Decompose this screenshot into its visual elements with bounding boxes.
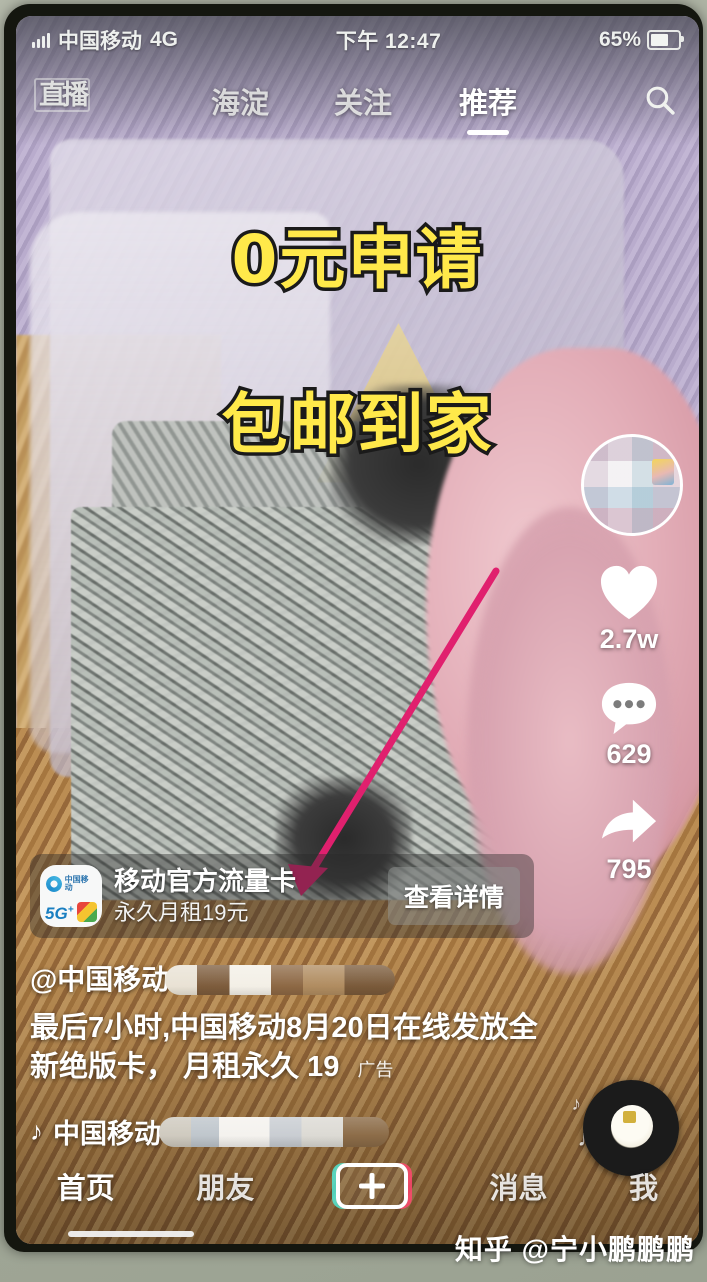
active-tab-underline: [467, 130, 509, 135]
signal-bars-icon: [32, 32, 50, 48]
top-navigation: 直播 海淀 关注 推荐: [16, 74, 699, 136]
author-mosaic-mask: [165, 964, 396, 995]
video-description-text: 最后7小时,中国移动8月20日在线发放全新绝版卡， 月租永久 19: [30, 1012, 538, 1083]
screenshot-root: 中国移动 4G 下午 12:47 65% 直播 海淀 关注 推荐 0元申请 包邮…: [0, 0, 707, 1282]
music-mosaic-mask: [159, 1116, 389, 1147]
tab-recommend-label: 推荐: [459, 88, 518, 120]
ad-text-block: 移动官方流量卡 永久月租19元: [114, 867, 388, 926]
share-count: 795: [606, 854, 652, 884]
ad-subtitle: 永久月租19元: [114, 900, 249, 926]
network-type-label: 4G: [150, 28, 179, 51]
china-mobile-mark-icon: [46, 876, 62, 892]
china-mobile-logo: 中国移动: [46, 873, 96, 895]
tab-recommend[interactable]: 推荐: [459, 80, 518, 135]
author-row[interactable]: @中国移动: [30, 962, 550, 997]
home-indicator: [68, 1231, 194, 1237]
5g-badge: 5G+: [45, 904, 74, 923]
comment-count: 629: [606, 739, 652, 769]
tab-follow-label: 关注: [334, 88, 393, 120]
china-mobile-logo-text: 中国移动: [64, 875, 89, 892]
bottom-nav-home[interactable]: 首页: [57, 1165, 115, 1207]
avatar-wrapper[interactable]: [581, 434, 683, 536]
phone-body: 中国移动 4G 下午 12:47 65% 直播 海淀 关注 推荐 0元申请 包邮…: [4, 4, 703, 1252]
promo-text-line-1: 0元申请: [228, 218, 485, 302]
clock-label: 下午 12:47: [335, 30, 442, 53]
bottom-nav-messages[interactable]: 消息: [490, 1165, 548, 1207]
zhihu-watermark: 知乎 @宁小鹏鹏鹏: [454, 1234, 695, 1265]
battery-icon: [647, 30, 684, 50]
music-disc-label: [611, 1105, 653, 1147]
bottom-navigation: 首页 朋友 消息 我: [16, 1154, 699, 1218]
comment-button[interactable]: 629: [598, 679, 660, 770]
heart-icon[interactable]: [598, 564, 660, 622]
avatar-detail: [652, 459, 674, 485]
search-icon[interactable]: [644, 84, 677, 117]
author-name: @中国移动: [30, 964, 170, 995]
music-note-icon: ♪: [30, 1116, 43, 1146]
live-button[interactable]: 直播: [34, 78, 90, 113]
status-bar-right: 65%: [599, 28, 699, 52]
avatar-mosaic-overlay: [584, 437, 680, 533]
share-icon[interactable]: [598, 794, 660, 852]
bottom-nav-friends[interactable]: 朋友: [196, 1165, 254, 1207]
tab-follow[interactable]: 关注: [334, 80, 392, 122]
status-bar: 中国移动 4G 下午 12:47 65%: [16, 16, 699, 64]
ad-detail-button[interactable]: 查看详情: [387, 867, 520, 925]
carrier-label: 中国移动: [58, 30, 142, 53]
avatar[interactable]: [581, 434, 683, 536]
battery-percent-label: 65%: [598, 28, 641, 51]
ad-label-badge: 广告: [357, 1059, 394, 1080]
music-title: 中国移动: [53, 1119, 161, 1149]
caption-block: @中国移动 最后7小时,中国移动8月20日在线发放全新绝版卡， 月租永久 19 …: [30, 962, 550, 1087]
create-post-button[interactable]: [335, 1163, 408, 1209]
like-button[interactable]: 2.7w: [598, 564, 660, 655]
action-rail: 2.7w 629 795: [573, 434, 685, 909]
ad-thumb-mini-icon: [77, 902, 97, 922]
bottom-nav-profile[interactable]: 我: [629, 1165, 658, 1207]
tab-haidian[interactable]: 海淀: [211, 80, 269, 122]
comment-icon[interactable]: [598, 679, 660, 737]
status-bar-left: 中国移动 4G: [16, 25, 178, 55]
ad-title: 移动官方流量卡: [114, 865, 297, 896]
ad-card[interactable]: 中国移动 5G+ 移动官方流量卡 永久月租19元 查看详情: [30, 854, 534, 938]
video-description: 最后7小时,中国移动8月20日在线发放全新绝版卡， 月租永久 19 广告: [30, 1009, 550, 1087]
ad-logo-thumbnail: 中国移动 5G+: [40, 865, 102, 927]
share-button[interactable]: 795: [598, 794, 660, 885]
music-note-float-small: ♪: [571, 1094, 582, 1115]
tab-haidian-label: 海淀: [211, 88, 270, 120]
music-row[interactable]: ♪ 中国移动: [30, 1112, 389, 1151]
like-count: 2.7w: [599, 624, 659, 654]
phone-screen: 中国移动 4G 下午 12:47 65% 直播 海淀 关注 推荐 0元申请 包邮…: [16, 16, 699, 1244]
